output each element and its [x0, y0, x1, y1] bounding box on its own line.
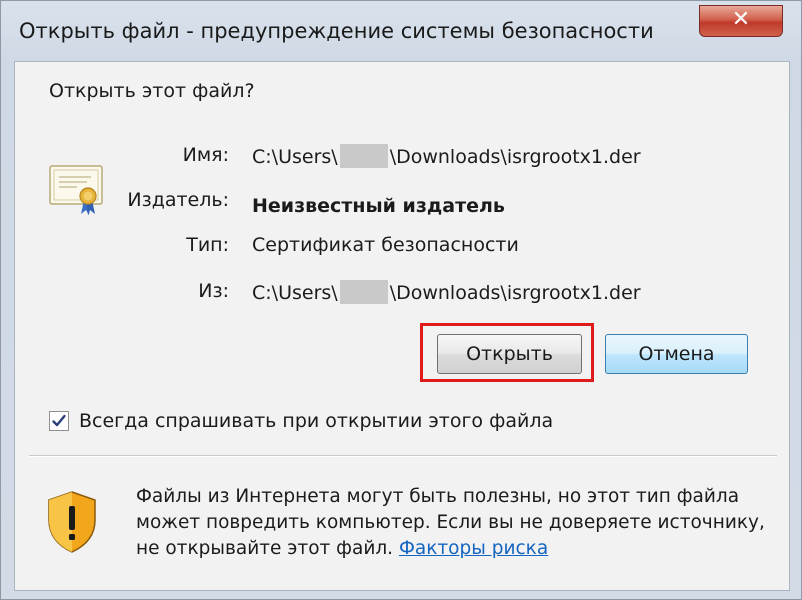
security-warning-text: Файлы из Интернета могут быть полезны, н…	[136, 484, 776, 562]
checkmark-icon	[52, 414, 66, 427]
from-label: Из:	[198, 280, 229, 302]
certificate-icon	[49, 165, 103, 215]
shield-warning-icon	[48, 491, 96, 553]
from-path-suffix: \Downloads\isrgrootx1.der	[389, 282, 641, 304]
name-path-prefix: C:\Users\	[252, 146, 338, 168]
from-path-prefix: C:\Users\	[252, 282, 338, 304]
risk-factors-link[interactable]: Факторы риска	[399, 538, 548, 559]
name-label: Имя:	[182, 144, 229, 166]
from-value: C:\Users\ \Downloads\isrgrootx1.der	[252, 280, 641, 304]
publisher-value: Неизвестный издатель	[252, 195, 505, 217]
dialog-question: Открыть этот файл?	[49, 80, 255, 102]
dialog-body: Открыть этот файл? Имя: C:\Users\ \Downlo…	[14, 61, 790, 591]
name-value: C:\Users\ \Downloads\isrgrootx1.der	[252, 144, 641, 168]
dialog-window: Открыть файл - предупреждение системы бе…	[0, 0, 802, 600]
type-value: Сертификат безопасности	[252, 234, 519, 256]
publisher-label: Издатель:	[127, 189, 229, 211]
type-label: Тип:	[186, 234, 229, 256]
section-divider	[29, 455, 777, 457]
redacted-username	[339, 280, 388, 304]
close-button[interactable]: ✕	[699, 5, 783, 37]
title-bar[interactable]: Открыть файл - предупреждение системы бе…	[1, 1, 801, 59]
always-ask-checkbox[interactable]	[49, 411, 69, 431]
open-button[interactable]: Открыть	[437, 334, 582, 374]
redacted-username	[339, 144, 388, 168]
always-ask-label[interactable]: Всегда спрашивать при открытии этого фай…	[79, 410, 553, 432]
name-path-suffix: \Downloads\isrgrootx1.der	[389, 146, 641, 168]
window-title: Открыть файл - предупреждение системы бе…	[19, 19, 654, 43]
cancel-button[interactable]: Отмена	[605, 334, 748, 374]
